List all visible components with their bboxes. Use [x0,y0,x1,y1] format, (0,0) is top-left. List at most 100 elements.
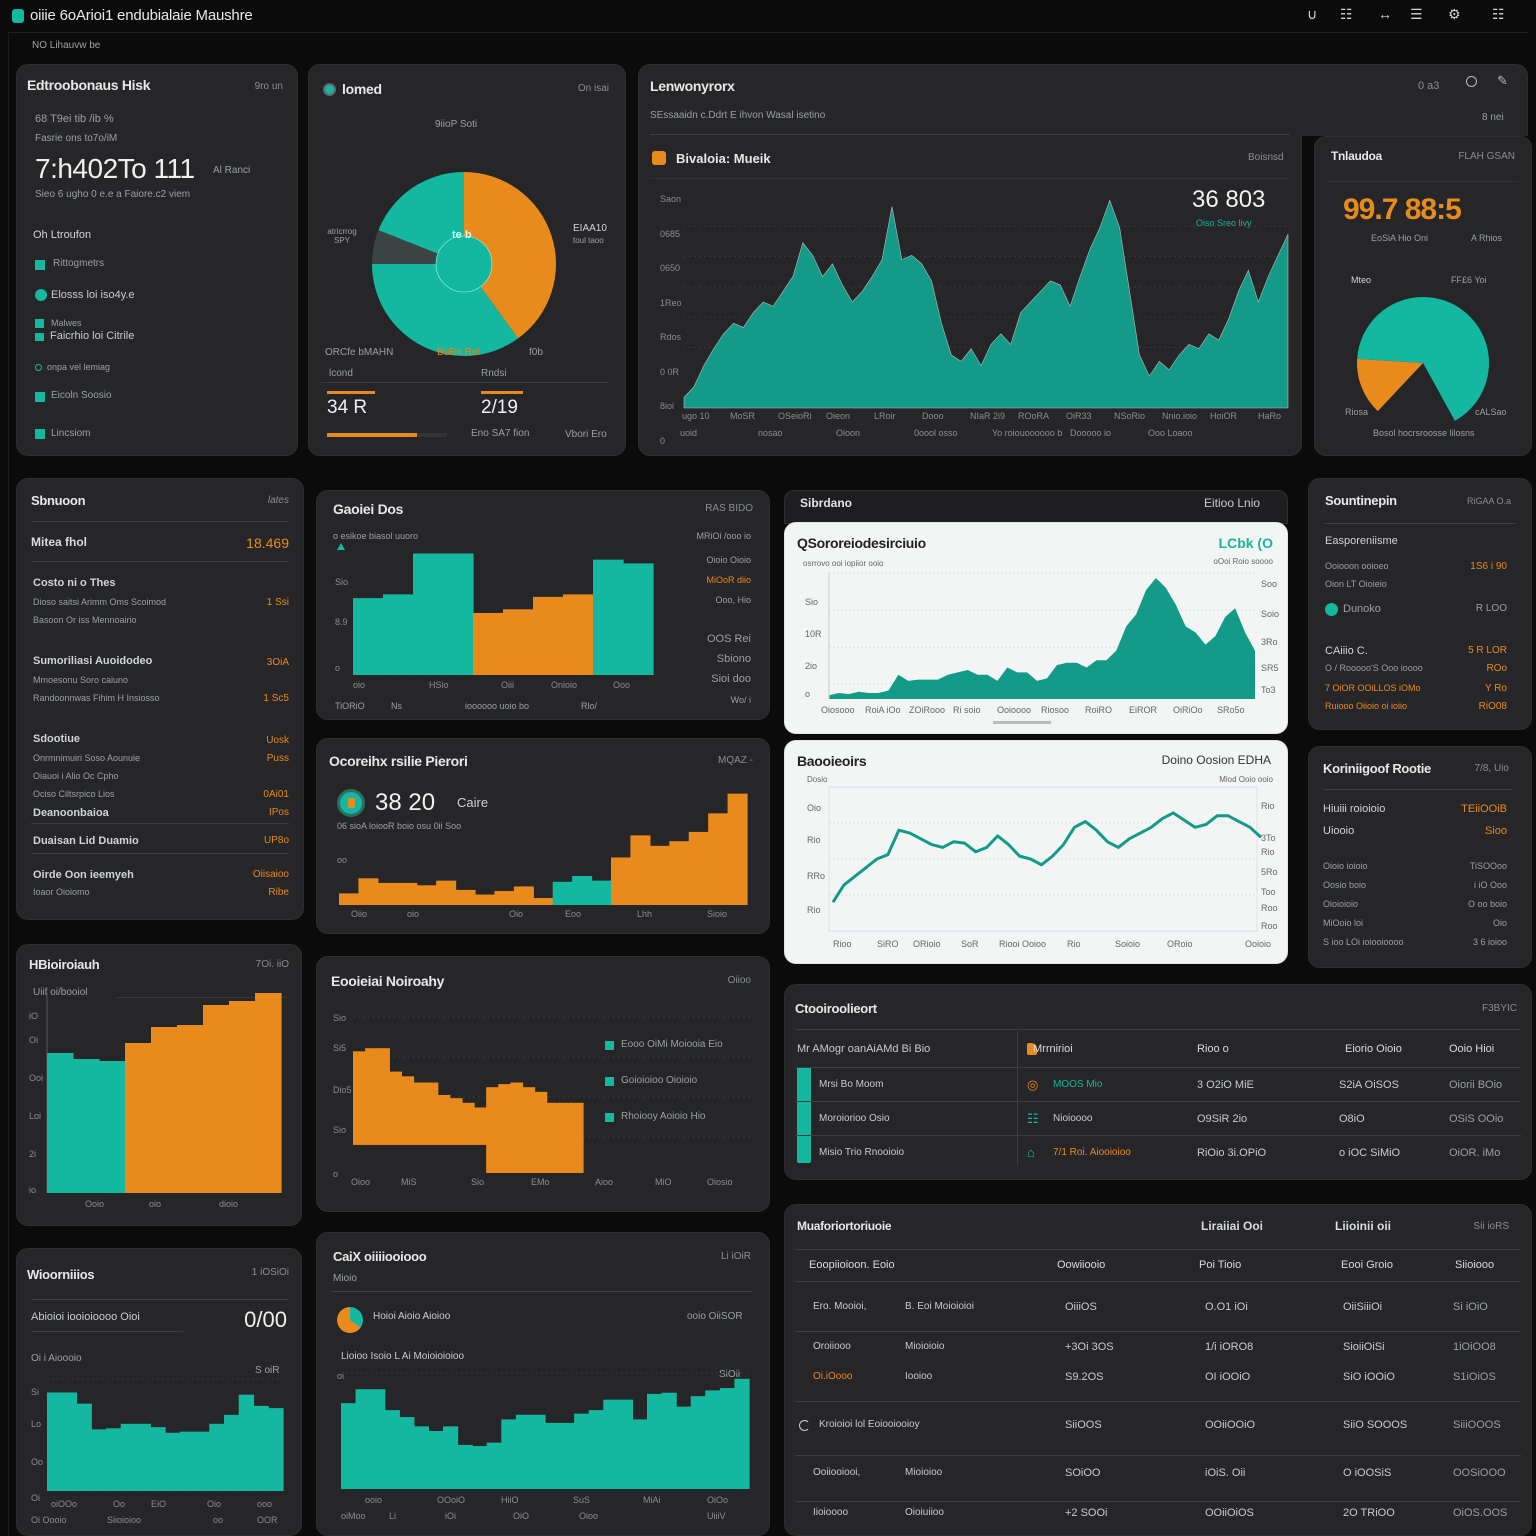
cell-a: Ero. Mooioi, [813,1301,867,1312]
table-header: Eiorio Oioio [1345,1043,1402,1055]
bar [510,1082,524,1173]
x-tick: OSeioRi [778,411,812,421]
x-tick: HSio [429,680,449,690]
divider [1323,789,1513,790]
y-tick: 0 0R [660,366,680,377]
bar [436,880,457,905]
head-mid-2: Liioinii oii [1335,1219,1391,1233]
y-tick-left: 2io [805,661,818,671]
shield-icon [1325,603,1338,616]
cell-a: Oroiiooo [813,1341,851,1352]
y-tick: 8ioi [660,401,675,411]
card-title: Wioorniiios [27,1267,95,1282]
cell-c1: +2 SOOi [1065,1507,1108,1519]
kv-value: ROo [1486,663,1507,674]
footer-row-value: Ribe [268,887,289,898]
bar [473,613,504,675]
x-tick: OiRiOo [1173,705,1203,715]
x-sub: OiO [513,1511,530,1521]
legend-item: Rhoiooy Aoioio Hio [621,1111,706,1122]
footer-row-value: UP8o [263,835,289,846]
bar [559,1422,575,1489]
gauge-mid-right: FF£6 Yoi [1451,275,1487,285]
card-meta: RAS BIDO [705,503,753,514]
row-divider [795,1135,1521,1136]
gauge-pie-chart [1357,297,1489,429]
kv-value: RiO08 [1478,701,1507,712]
group-row-value: 1 Ssi [266,597,289,608]
y-tick: 8.9 [335,617,348,627]
y-tick: 0 [660,435,666,446]
bar [676,1406,692,1489]
legend-item: Eicoln Soosio [51,390,112,401]
group-title: Sdootiue [33,733,81,745]
x-tick: Aioo [595,1177,614,1187]
x-tick: dioio [219,1199,239,1209]
group-row-label: Onrmnimuiri Soso Aounuie [33,753,141,763]
y-tick-right: 5Ro [1261,867,1278,877]
triangle-icon [337,543,345,550]
x-tick: oiOOo [51,1499,78,1509]
kv-card-2: Koriniigoof Rootie 7/8, Uio Hiuiii roioi… [1308,746,1532,968]
pie-top-label: 9iioP Soti [435,119,478,130]
bar [522,1087,536,1173]
network-title: Lenwonyrorx [650,78,735,94]
pin-icon[interactable]: ✎ [1497,73,1508,89]
user-icon[interactable]: ∪ [1307,6,1317,23]
y-tick: Sio [333,1013,347,1023]
chart-sub-left: Dosio [807,775,828,784]
left-accent-bar [797,1067,811,1163]
robot-icon[interactable]: ☷ [1340,6,1353,23]
cell-c2: O.O1 iOi [1205,1301,1248,1313]
kv-value: i iO Ooo [1473,880,1507,890]
x-tick: OiR33 [1066,411,1092,421]
kv-section: Easporeniisme [1325,535,1398,547]
footer-item: Rlo/ [581,701,598,711]
row-divider [795,1067,1521,1068]
bar [533,898,554,905]
row-divider [795,1281,1521,1282]
card-title: HBioiroiauh [29,957,100,972]
stats-header-2: BuRo Rei [437,347,480,358]
card-title: Baooieoirs [797,753,867,769]
cell-b: B. Eoi Moioioioi [905,1301,974,1312]
bar [503,609,534,675]
settings-icon[interactable]: ⚙ [1448,6,1461,23]
grid-icon[interactable]: ☷ [1492,6,1505,23]
table-cell: 3 O2iO MiE [1197,1079,1254,1091]
legend-item: onpa vel lemiag [47,362,111,372]
network-area [683,199,1289,409]
cell-c4: OiOS.OOS [1453,1507,1508,1519]
x-sub: Dooooo io [1070,428,1112,438]
divider [31,853,289,854]
legend-swatch [605,1077,614,1086]
group-row-label: Dioso saitsi Arimm Oms Scoimod [33,597,167,607]
divider [31,1331,183,1332]
scrollbar-handle[interactable] [993,721,1051,724]
bar [224,1414,240,1491]
refresh-icon[interactable] [1466,76,1477,87]
y-tick-left: 10R [805,629,822,639]
tab-label[interactable]: Sibrdano [800,496,852,510]
bar [194,1431,210,1491]
x-sub: Ooo Loaoo [1148,428,1193,438]
card-meta: 1 iOSiOi [251,1267,289,1278]
bar [669,841,690,905]
x-tick: EiROR [1129,705,1158,715]
bar [570,1102,584,1173]
y-tick-left: RRo [807,871,826,881]
card-title: QSororeiodesirciuio [797,535,926,551]
share-icon[interactable]: ↔ [1378,6,1392,22]
cell-c2: iOiS. Oii [1205,1467,1246,1479]
x-tick: Soioio [1115,939,1141,949]
y-tick: 1Reo [660,297,682,308]
list-icon[interactable]: ☰ [1410,6,1423,23]
cell-a: Kroioioi lol Eoiooiooioy [819,1419,920,1430]
x-tick: Ooioooo [997,705,1032,715]
gauge-big-value: 99.7 88:5 [1343,193,1462,226]
y-tick-right: Roo [1261,903,1278,913]
legend-item: Faicrhio loi Citrile [50,330,135,342]
bar [203,1005,230,1193]
kv-label: Dunoko [1343,603,1381,615]
legend-item: Oioio Oioio [706,555,751,565]
